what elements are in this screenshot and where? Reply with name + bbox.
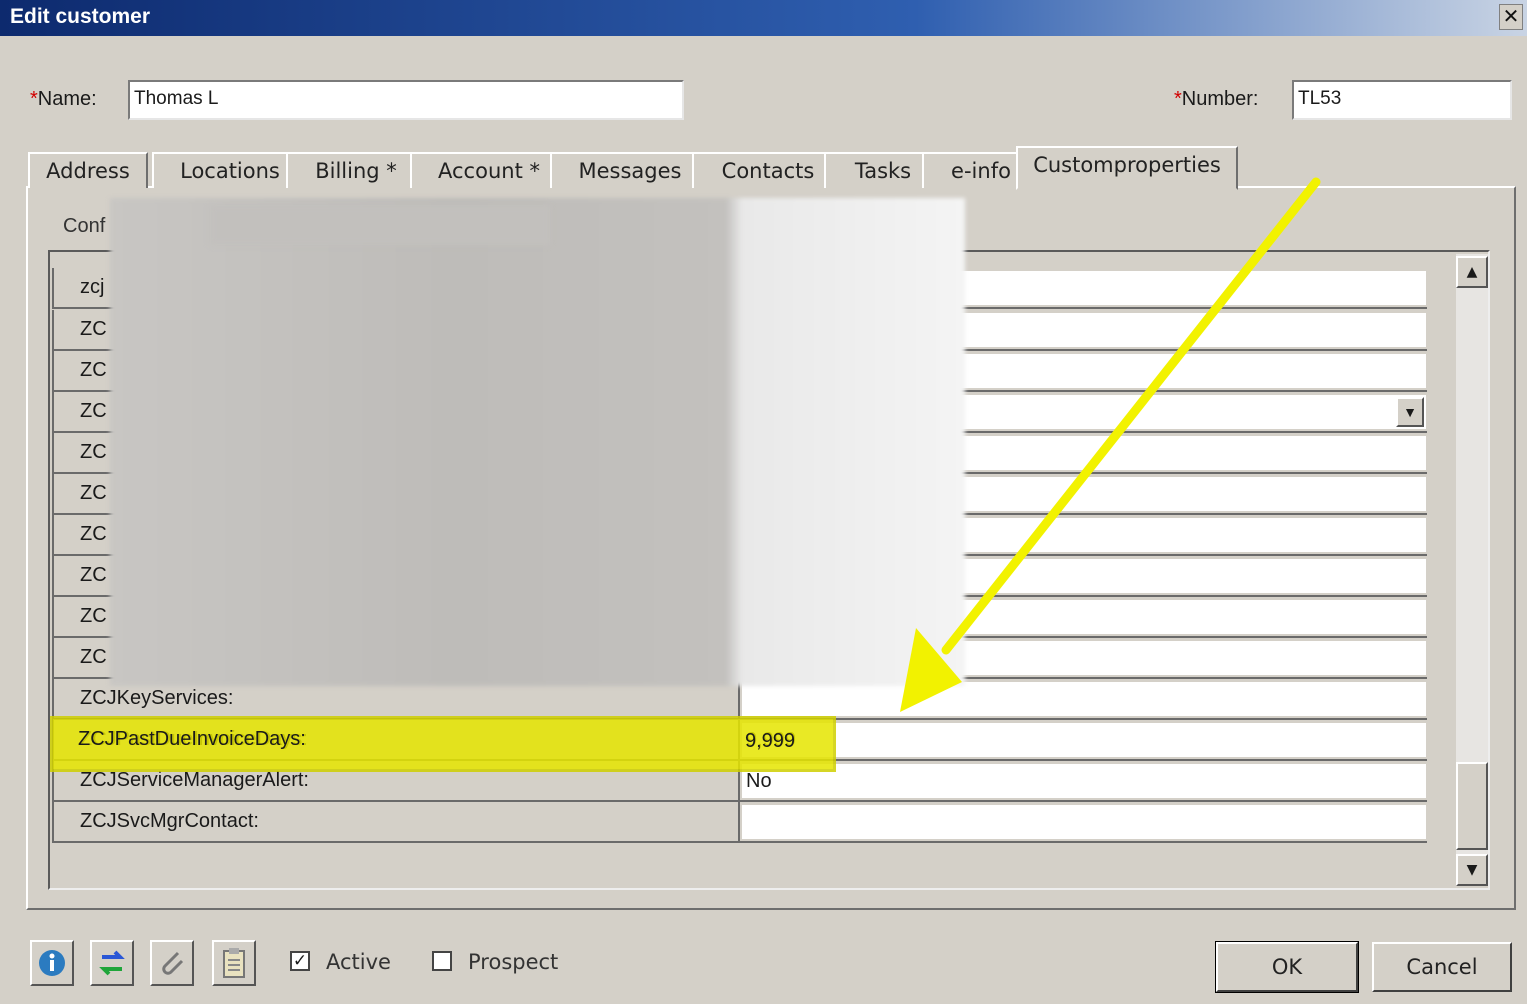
cancel-button[interactable]: Cancel [1372, 942, 1512, 992]
ok-button[interactable]: OK [1215, 941, 1359, 993]
annotation-arrow [900, 177, 1321, 712]
clipboard-icon[interactable] [212, 940, 256, 986]
sync-icon[interactable] [90, 940, 134, 986]
info-icon[interactable] [30, 940, 74, 986]
tab-customproperties[interactable]: Customproperties [1016, 146, 1238, 190]
prospect-checkbox[interactable] [432, 951, 452, 971]
active-label: Active [326, 950, 391, 974]
prospect-label: Prospect [468, 950, 559, 974]
active-checkbox[interactable]: ✓ [290, 951, 310, 971]
attachment-icon[interactable] [150, 940, 194, 986]
